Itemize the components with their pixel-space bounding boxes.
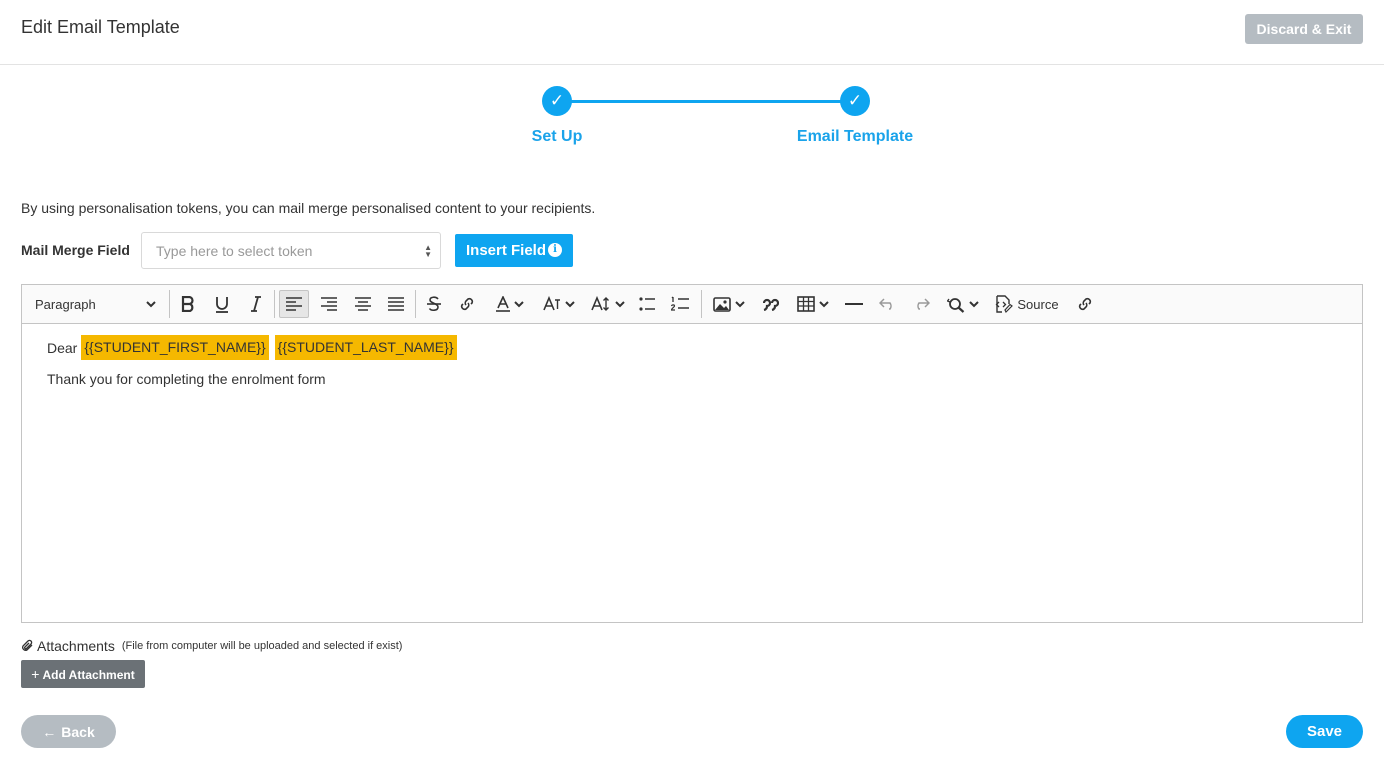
chevron-down-icon bbox=[514, 300, 524, 307]
progress-stepper: ✓ ✓ Set Up Email Template bbox=[0, 86, 1384, 156]
rich-text-editor: Paragraph Source Dear {{STUDENT_FIRST_NA… bbox=[21, 284, 1363, 623]
font-color-dropdown[interactable] bbox=[489, 290, 531, 318]
paperclip-icon bbox=[22, 639, 33, 651]
stepper-connector bbox=[557, 100, 855, 103]
numbered-list-icon[interactable] bbox=[667, 290, 693, 318]
insert-table-dropdown[interactable] bbox=[792, 290, 834, 318]
block-quote-icon[interactable] bbox=[758, 290, 784, 318]
editor-content[interactable]: Dear {{STUDENT_FIRST_NAME}} {{STUDENT_LA… bbox=[47, 335, 457, 387]
plus-icon: + bbox=[31, 666, 40, 682]
paragraph-format-label: Paragraph bbox=[35, 296, 96, 312]
font-family-dropdown[interactable] bbox=[537, 290, 581, 318]
bulleted-list-icon[interactable] bbox=[634, 290, 660, 318]
attachments-title: Attachments bbox=[37, 638, 115, 654]
source-label: Source bbox=[1017, 296, 1059, 312]
toolbar-divider bbox=[415, 290, 416, 318]
chevron-down-icon bbox=[969, 300, 979, 307]
page-header: Edit Email Template Discard & Exit bbox=[0, 0, 1384, 65]
step-setup-check-icon[interactable]: ✓ bbox=[542, 86, 572, 116]
link-icon[interactable] bbox=[454, 290, 480, 318]
font-size-icon bbox=[591, 296, 609, 311]
body-line[interactable]: Thank you for completing the enrolment f… bbox=[47, 371, 457, 387]
find-replace-icon bbox=[947, 297, 965, 313]
toolbar-divider bbox=[701, 290, 702, 318]
add-attachment-label: Add Attachment bbox=[42, 668, 135, 682]
token-search-input[interactable] bbox=[142, 233, 412, 268]
add-attachment-button[interactable]: + Add Attachment bbox=[21, 660, 145, 688]
mail-merge-label: Mail Merge Field bbox=[21, 242, 130, 258]
attachments-header: Attachments (File from computer will be … bbox=[21, 638, 402, 654]
source-icon bbox=[995, 295, 1014, 313]
font-family-icon bbox=[543, 296, 560, 311]
page-title: Edit Email Template bbox=[21, 17, 180, 37]
align-right-icon[interactable] bbox=[315, 290, 343, 318]
greeting-line[interactable]: Dear {{STUDENT_FIRST_NAME}} {{STUDENT_LA… bbox=[47, 335, 457, 360]
discard-exit-button[interactable]: Discard & Exit bbox=[1245, 14, 1363, 44]
align-justify-icon[interactable] bbox=[382, 290, 410, 318]
font-size-dropdown[interactable] bbox=[587, 290, 629, 318]
token-student-first-name[interactable]: {{STUDENT_FIRST_NAME}} bbox=[81, 335, 269, 360]
toolbar-divider bbox=[169, 290, 170, 318]
align-left-icon[interactable] bbox=[279, 290, 309, 318]
token-student-last-name[interactable]: {{STUDENT_LAST_NAME}} bbox=[274, 335, 457, 360]
chevron-down-icon bbox=[615, 300, 625, 307]
insert-image-dropdown[interactable] bbox=[708, 290, 750, 318]
bold-icon[interactable] bbox=[175, 290, 201, 318]
step-setup-label[interactable]: Set Up bbox=[532, 128, 583, 146]
table-icon bbox=[797, 296, 815, 312]
select-arrows-icon: ▲ ▼ bbox=[424, 243, 432, 259]
save-button[interactable]: Save bbox=[1286, 715, 1363, 748]
toolbar-divider bbox=[274, 290, 275, 318]
horizontal-line-icon[interactable] bbox=[841, 290, 867, 318]
editor-toolbar: Paragraph Source bbox=[22, 285, 1362, 324]
token-select[interactable]: ▲▼ bbox=[141, 232, 441, 269]
info-icon[interactable]: i bbox=[548, 243, 562, 257]
insert-field-button[interactable]: Insert Field i bbox=[455, 234, 573, 267]
arrow-left-icon: ← bbox=[42, 723, 57, 740]
unlink-icon[interactable] bbox=[1072, 290, 1098, 318]
underline-icon[interactable] bbox=[209, 290, 235, 318]
back-label: Back bbox=[61, 723, 95, 740]
attachments-note: (File from computer will be uploaded and… bbox=[121, 640, 403, 652]
undo-icon[interactable] bbox=[874, 290, 900, 318]
step-email-template-check-icon[interactable]: ✓ bbox=[840, 86, 870, 116]
redo-icon[interactable] bbox=[908, 290, 934, 318]
chevron-down-icon bbox=[146, 300, 156, 307]
chevron-down-icon bbox=[565, 300, 575, 307]
strikethrough-icon[interactable] bbox=[421, 290, 447, 318]
find-replace-dropdown[interactable] bbox=[942, 290, 984, 318]
image-icon bbox=[713, 296, 731, 312]
chevron-down-icon bbox=[819, 300, 829, 307]
align-center-icon[interactable] bbox=[349, 290, 377, 318]
chevron-down-icon bbox=[735, 300, 745, 307]
greeting-text: Dear bbox=[47, 339, 78, 356]
italic-icon[interactable] bbox=[243, 290, 269, 318]
paragraph-format-dropdown[interactable]: Paragraph bbox=[26, 290, 164, 318]
step-email-template-label[interactable]: Email Template bbox=[797, 128, 913, 146]
font-color-icon bbox=[496, 296, 510, 312]
personalisation-intro-text: By using personalisation tokens, you can… bbox=[21, 200, 596, 216]
back-button[interactable]: ← Back bbox=[21, 715, 116, 748]
insert-field-label: Insert Field bbox=[466, 242, 547, 259]
source-editing-button[interactable]: Source bbox=[991, 290, 1061, 318]
